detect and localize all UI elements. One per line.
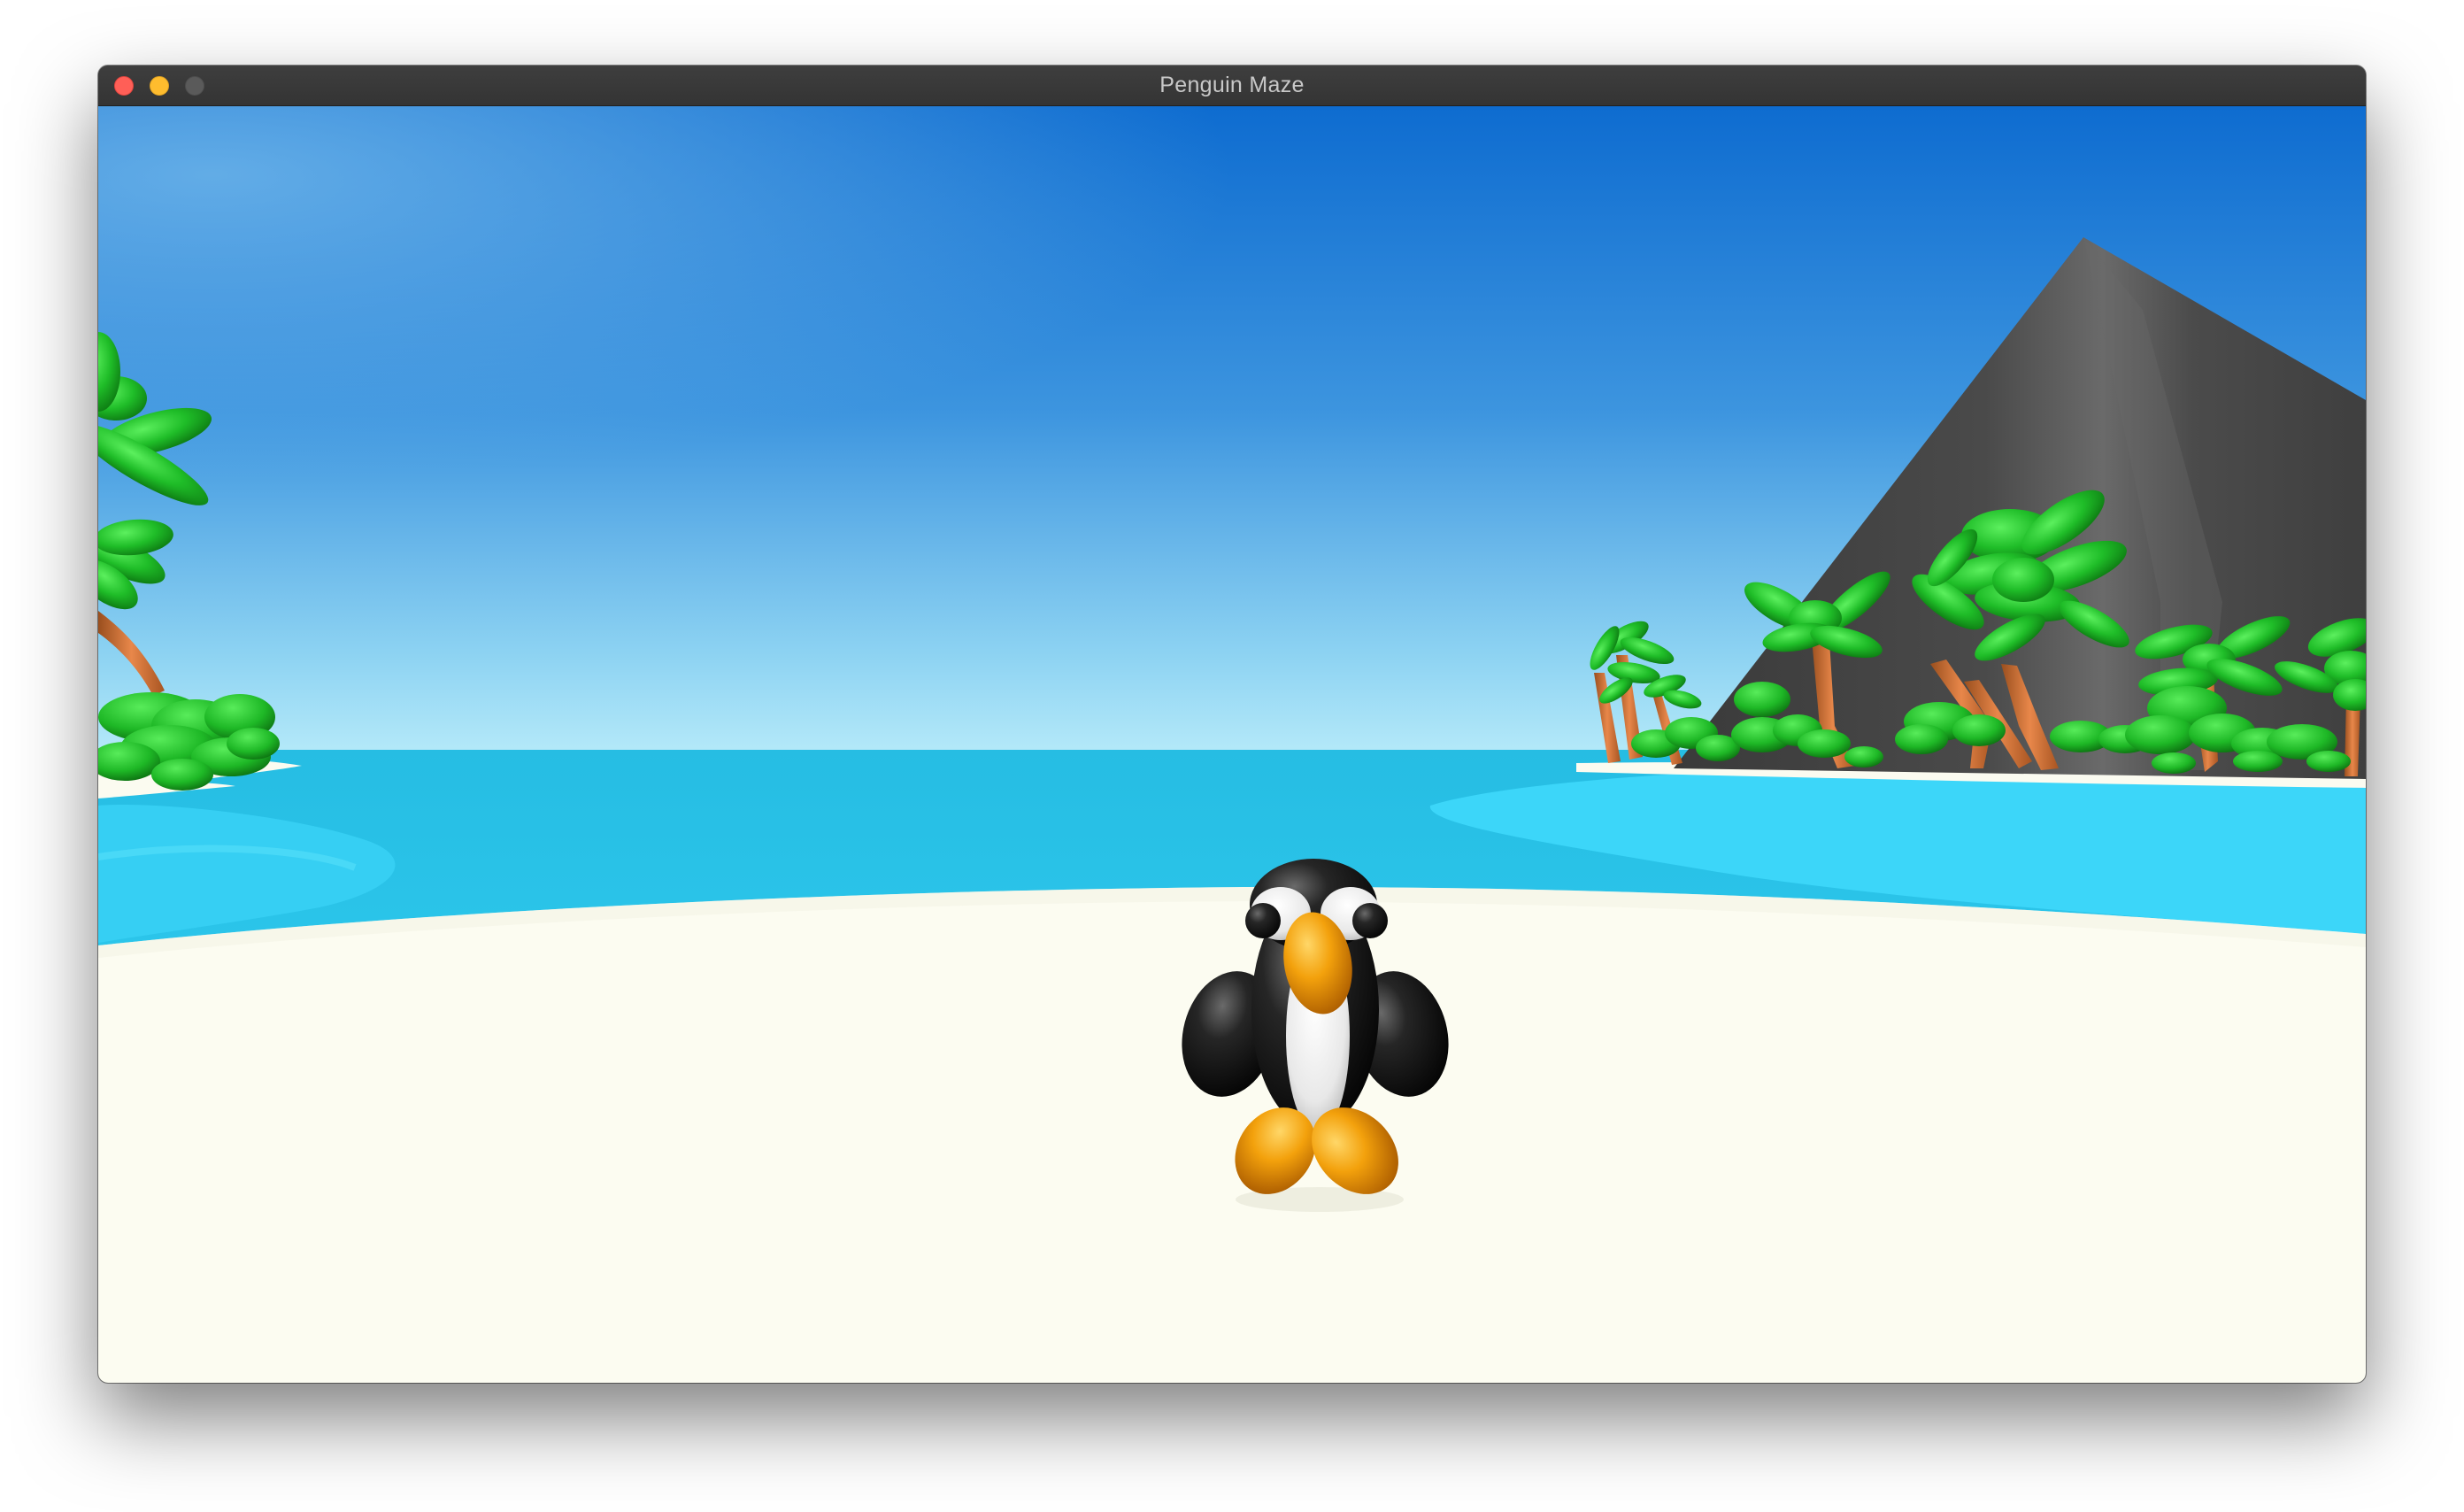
- game-scene[interactable]: [98, 106, 2366, 1383]
- beach: [98, 886, 2366, 1383]
- title-bar[interactable]: Penguin Maze: [98, 66, 2366, 106]
- window-title: Penguin Maze: [1159, 73, 1305, 97]
- game-viewport[interactable]: [98, 106, 2366, 1383]
- game-window: Penguin Maze: [98, 66, 2366, 1383]
- penguin-pupil-right: [1352, 903, 1388, 938]
- penguin-pupil-left: [1245, 903, 1281, 938]
